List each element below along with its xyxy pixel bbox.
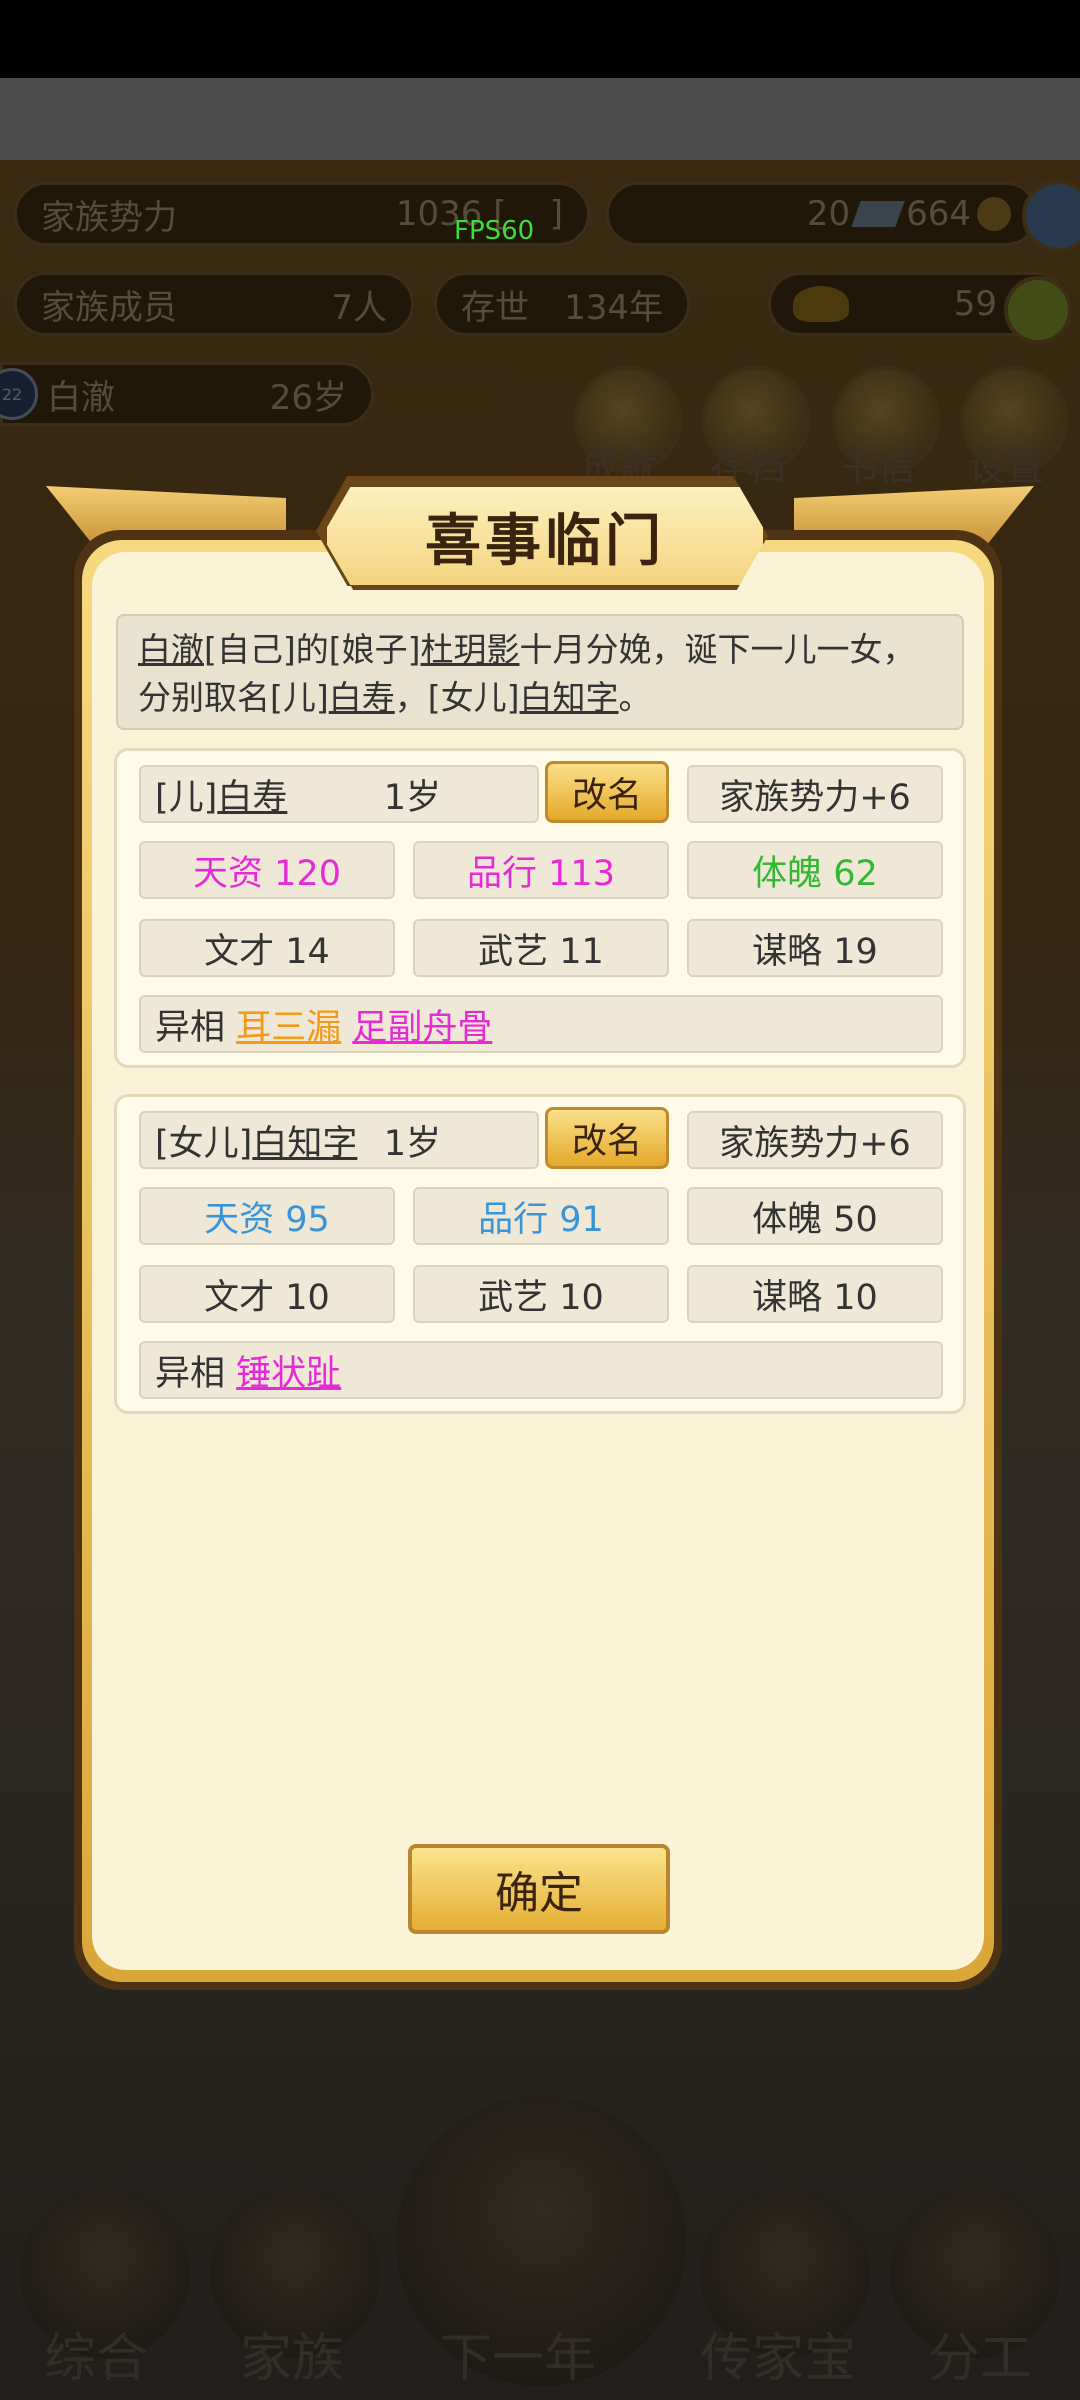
traits-label: 异相 [155, 1007, 226, 1048]
martial-stat: 武艺 11 [413, 919, 669, 977]
daughter-name-link[interactable]: 白知字 [520, 678, 619, 717]
trait-link[interactable]: 锤状趾 [236, 1345, 341, 1396]
child-name[interactable]: 白知字 [252, 1115, 357, 1166]
fps-counter: FPS60 [454, 216, 535, 246]
talent-stat: 天资 120 [139, 841, 395, 899]
announce-text: 。 [618, 678, 652, 717]
rename-button[interactable]: 改名 [545, 1107, 669, 1169]
traits-label: 异相 [155, 1353, 226, 1394]
confirm-button[interactable]: 确定 [408, 1844, 670, 1934]
traits-row: 异相 耳三漏 足副舟骨 [139, 995, 943, 1053]
physique-stat: 体魄 50 [687, 1187, 943, 1245]
martial-stat: 武艺 10 [413, 1265, 669, 1323]
child-name[interactable]: 白寿 [217, 769, 287, 820]
child-relation: [儿] [155, 777, 218, 818]
traits-row: 异相 锤状趾 [139, 1341, 943, 1399]
literary-stat: 文才 10 [139, 1265, 395, 1323]
birth-announcement: 白澈[自己]的[娘子]杜玥影十月分娩，诞下一儿一女， 分别取名[儿]白寿，[女儿… [116, 614, 964, 730]
talent-stat: 天资 95 [139, 1187, 395, 1245]
child-card-daughter: [女儿] 白知字 1岁 改名 家族势力+6 天资 95 品行 91 体魄 50 文… [114, 1094, 966, 1414]
rename-button[interactable]: 改名 [545, 761, 669, 823]
child-card-son: [儿] 白寿 1岁 改名 家族势力+6 天资 120 品行 113 体魄 62 文… [114, 748, 966, 1068]
child-age: 1岁 [383, 777, 441, 818]
trait-link[interactable]: 耳三漏 [236, 999, 341, 1050]
child-name-cell: [女儿] 白知字 1岁 [139, 1111, 539, 1169]
announce-text: 分别取名[儿] [138, 678, 329, 717]
son-name-link[interactable]: 白寿 [329, 678, 395, 717]
family-power-bonus: 家族势力+6 [687, 765, 943, 823]
announce-text: ，[女儿] [394, 678, 520, 717]
mother-name-link[interactable]: 杜玥影 [421, 630, 520, 669]
child-relation: [女儿] [155, 1123, 253, 1164]
conduct-stat: 品行 113 [413, 841, 669, 899]
status-bar [0, 0, 1080, 78]
literary-stat: 文才 14 [139, 919, 395, 977]
trait-link[interactable]: 足副舟骨 [352, 999, 492, 1050]
conduct-stat: 品行 91 [413, 1187, 669, 1245]
announce-text: [自己]的[娘子] [204, 630, 421, 669]
strategy-stat: 谋略 10 [687, 1265, 943, 1323]
father-name-link[interactable]: 白澈 [138, 630, 204, 669]
announce-text: 十月分娩，诞下一儿一女， [519, 630, 916, 669]
child-age: 1岁 [383, 1123, 441, 1164]
modal-title: 喜事临门 [322, 482, 768, 590]
strategy-stat: 谋略 19 [687, 919, 943, 977]
child-name-cell: [儿] 白寿 1岁 [139, 765, 539, 823]
family-power-bonus: 家族势力+6 [687, 1111, 943, 1169]
physique-stat: 体魄 62 [687, 841, 943, 899]
